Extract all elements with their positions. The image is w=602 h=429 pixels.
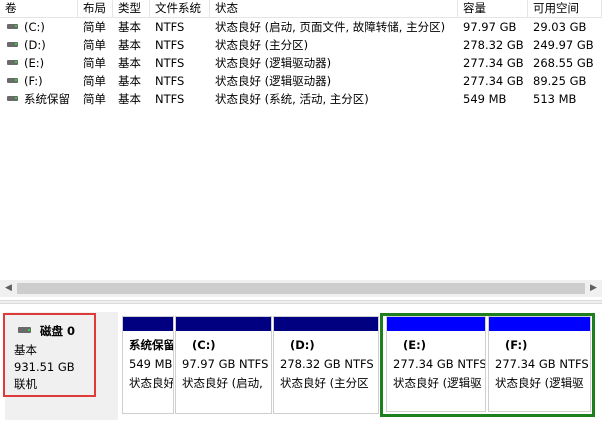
- partition-name: (E:): [403, 338, 426, 352]
- volume-type: 基本: [118, 20, 141, 34]
- volume-free-space: 89.25 GB: [533, 74, 587, 88]
- volume-name: (F:): [24, 74, 43, 88]
- volume-filesystem: NTFS: [155, 74, 185, 88]
- column-header-status[interactable]: 状态: [210, 0, 458, 17]
- volume-capacity: 97.97 GB: [463, 20, 517, 34]
- column-header-type[interactable]: 类型: [113, 0, 150, 17]
- volume-name: 系统保留: [24, 92, 70, 106]
- partition-c[interactable]: (C:) 97.97 GB NTFS 状态良好 (启动,: [175, 316, 272, 414]
- volume-status: 状态良好 (逻辑驱动器): [215, 74, 332, 88]
- partition-size: 277.34 GB NTFS: [393, 357, 486, 371]
- volume-status: 状态良好 (逻辑驱动器): [215, 56, 332, 70]
- column-header-capacity[interactable]: 容量: [458, 0, 528, 17]
- partition-bar: [489, 317, 590, 331]
- volume-type: 基本: [118, 92, 141, 106]
- partition-name: (C:): [192, 338, 216, 352]
- partition-f[interactable]: (F:) 277.34 GB NTFS 状态良好 (逻辑驱: [488, 316, 591, 412]
- scroll-right-icon[interactable]: ▶: [585, 280, 602, 297]
- partition-name: (F:): [505, 338, 528, 352]
- partition-bar: [176, 317, 271, 331]
- volume-status: 状态良好 (启动, 页面文件, 故障转储, 主分区): [215, 20, 446, 34]
- volume-free-space: 268.55 GB: [533, 56, 594, 70]
- volume-type: 基本: [118, 56, 141, 70]
- volume-filesystem: NTFS: [155, 20, 185, 34]
- table-row[interactable]: (F:) 简单 基本 NTFS 状态良好 (逻辑驱动器) 277.34 GB 8…: [0, 72, 602, 90]
- volume-filesystem: NTFS: [155, 92, 185, 106]
- volume-name: (E:): [24, 56, 45, 70]
- partition-bar: [387, 317, 485, 331]
- partition-status: 状态良好 (主分区: [280, 376, 369, 390]
- partition-status: 状态良好 (启动,: [182, 376, 263, 390]
- volume-capacity: 277.34 GB: [463, 74, 524, 88]
- disk-info-highlight: [3, 313, 96, 397]
- horizontal-scrollbar[interactable]: ◀ ▶: [0, 280, 602, 297]
- partition-name: (D:): [290, 338, 315, 352]
- volume-list-header: 卷 布局 类型 文件系统 状态 容量 可用空间: [0, 0, 602, 18]
- partition-status: 状态良好 (逻辑驱: [495, 376, 584, 390]
- volume-free-space: 513 MB: [533, 92, 577, 106]
- volume-status: 状态良好 (主分区): [215, 38, 309, 52]
- partition-status: 状态良好 (逻辑驱: [393, 376, 482, 390]
- volume-layout: 简单: [83, 74, 106, 88]
- volume-filesystem: NTFS: [155, 56, 185, 70]
- volume-layout: 简单: [83, 38, 106, 52]
- partition-d[interactable]: (D:) 278.32 GB NTFS 状态良好 (主分区: [273, 316, 379, 414]
- partition-name: 系统保留: [129, 338, 174, 352]
- table-row[interactable]: (E:) 简单 基本 NTFS 状态良好 (逻辑驱动器) 277.34 GB 2…: [0, 54, 602, 72]
- partition-bar: [274, 317, 378, 331]
- partition-size: 97.97 GB NTFS: [182, 357, 269, 371]
- volume-free-space: 249.97 GB: [533, 38, 594, 52]
- volume-name: (D:): [24, 38, 46, 52]
- partition-bar: [123, 317, 173, 331]
- volume-free-space: 29.03 GB: [533, 20, 587, 34]
- column-header-free-space[interactable]: 可用空间: [528, 0, 602, 17]
- column-header-volume[interactable]: 卷: [0, 0, 78, 17]
- column-header-filesystem[interactable]: 文件系统: [150, 0, 210, 17]
- volume-layout: 简单: [83, 20, 106, 34]
- volume-filesystem: NTFS: [155, 38, 185, 52]
- table-row[interactable]: (C:) 简单 基本 NTFS 状态良好 (启动, 页面文件, 故障转储, 主分…: [0, 18, 602, 36]
- volume-capacity: 278.32 GB: [463, 38, 524, 52]
- volume-list[interactable]: 卷 布局 类型 文件系统 状态 容量 可用空间 (C:) 简单 基本 NTFS …: [0, 0, 602, 300]
- partition-size: 549 MB: [129, 357, 173, 371]
- volume-capacity: 549 MB: [463, 92, 507, 106]
- volume-name: (C:): [24, 20, 45, 34]
- volume-type: 基本: [118, 74, 141, 88]
- volume-type: 基本: [118, 38, 141, 52]
- partition-status: 状态良好: [129, 376, 174, 390]
- table-row[interactable]: 系统保留 简单 基本 NTFS 状态良好 (系统, 活动, 主分区) 549 M…: [0, 90, 602, 108]
- disk-map: 磁盘 0 基本 931.51 GB 联机 系统保留 549 MB 状态良好 (C…: [0, 304, 602, 429]
- volume-layout: 简单: [83, 56, 106, 70]
- volume-layout: 简单: [83, 92, 106, 106]
- volume-status: 状态良好 (系统, 活动, 主分区): [215, 92, 369, 106]
- partition-size: 278.32 GB NTFS: [280, 357, 374, 371]
- partition-system-reserved[interactable]: 系统保留 549 MB 状态良好: [122, 316, 174, 414]
- partition-e[interactable]: (E:) 277.34 GB NTFS 状态良好 (逻辑驱: [386, 316, 486, 412]
- scrollbar-thumb[interactable]: [17, 283, 585, 294]
- partition-size: 277.34 GB NTFS: [495, 357, 589, 371]
- table-row[interactable]: (D:) 简单 基本 NTFS 状态良好 (主分区) 278.32 GB 249…: [0, 36, 602, 54]
- volume-capacity: 277.34 GB: [463, 56, 524, 70]
- scroll-left-icon[interactable]: ◀: [0, 280, 17, 297]
- column-header-layout[interactable]: 布局: [78, 0, 113, 17]
